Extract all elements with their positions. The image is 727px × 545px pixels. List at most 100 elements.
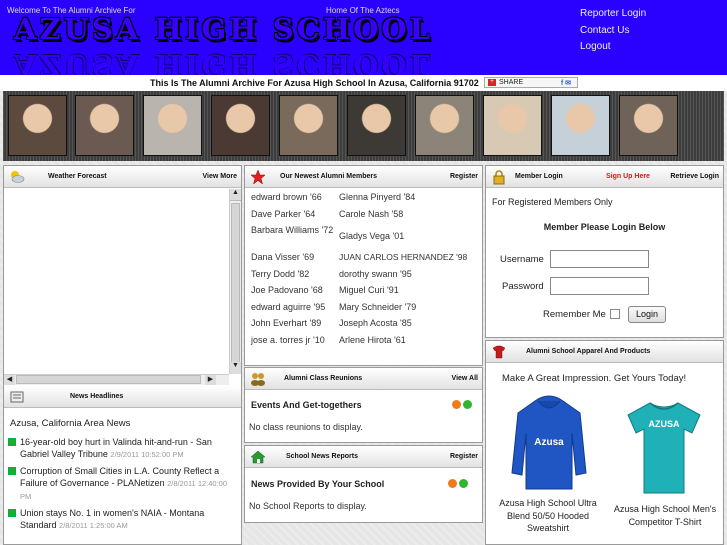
tshirt-icon: [627, 402, 701, 494]
contact-us-link[interactable]: Contact Us: [580, 23, 646, 40]
add-icon[interactable]: [459, 479, 468, 488]
reporter-login-link[interactable]: Reporter Login: [580, 6, 646, 23]
hoodie-image[interactable]: Azusa: [510, 393, 588, 493]
member-name[interactable]: Miguel Curi '91: [339, 285, 479, 302]
member-name[interactable]: John Everhart '89: [251, 318, 339, 335]
share-plus-icon: +: [488, 79, 496, 86]
star-icon: [250, 169, 266, 185]
member-name[interactable]: Dana Visser '69: [251, 252, 339, 269]
alumni-photo[interactable]: [211, 95, 270, 156]
news-date: 2/8/2011 1:25:00 AM: [59, 521, 128, 530]
member-name[interactable]: JUAN CARLOS HERNANDEZ '98: [339, 252, 479, 269]
member-name[interactable]: Terry Dodd '82: [251, 269, 339, 286]
alumni-header: Our Newest Alumni Members Register: [245, 166, 482, 188]
alumni-photo[interactable]: [8, 95, 67, 156]
weather-header: Weather Forecast View More: [4, 166, 241, 188]
login-prompt: Member Please Login Below: [543, 222, 666, 232]
member-name[interactable]: Mary Schneider '79: [339, 302, 479, 319]
scroll-down-arrow-icon[interactable]: ▼: [230, 362, 241, 374]
alumni-photo[interactable]: [415, 95, 474, 156]
member-name[interactable]: Barbara Williams '72: [251, 225, 339, 252]
news-item[interactable]: Corruption of Small Cities in L.A. Count…: [7, 465, 235, 503]
add-icon[interactable]: [463, 400, 472, 409]
alumni-photo[interactable]: [619, 95, 678, 156]
member-name[interactable]: dorothy swann '95: [339, 269, 479, 286]
member-name[interactable]: Joe Padovano '68: [251, 285, 339, 302]
alumni-photo[interactable]: [279, 95, 338, 156]
apparel-title: Alumni School Apparel And Products: [526, 348, 651, 355]
scroll-thumb[interactable]: [231, 203, 240, 363]
member-list: edward brown '66 Glenna Pinyerd '84 Dave…: [245, 188, 482, 351]
alumni-register-link[interactable]: Register: [450, 173, 478, 180]
subtitle-bar: This Is The Alumni Archive For Azusa Hig…: [0, 75, 727, 91]
school-news-panel: School News Reports Register News Provid…: [244, 445, 483, 523]
hoodie-print: Azusa: [534, 437, 564, 448]
news-item[interactable]: 16-year-old boy hurt in Valinda hit-and-…: [7, 436, 235, 461]
reunions-actions: [452, 400, 474, 410]
member-name[interactable]: jose a. torres jr '10: [251, 335, 339, 352]
member-name[interactable]: edward aguirre '95: [251, 302, 339, 319]
top-links: Reporter Login Contact Us Logout: [580, 6, 646, 56]
member-name[interactable]: edward brown '66: [251, 192, 339, 209]
rss-icon[interactable]: [448, 479, 457, 488]
alumni-members-panel: Our Newest Alumni Members Register edwar…: [244, 165, 483, 366]
weather-vertical-scrollbar[interactable]: ▲ ▼: [229, 189, 241, 374]
hscroll-thumb[interactable]: [16, 375, 201, 384]
weather-view-more-link[interactable]: View More: [203, 173, 238, 180]
school-logo[interactable]: AZUSA HIGH SCHOOL: [14, 12, 433, 46]
scroll-up-arrow-icon[interactable]: ▲: [230, 189, 241, 201]
school-news-header: School News Reports Register: [245, 446, 482, 468]
weather-horizontal-scrollbar[interactable]: ◀ ▶: [4, 374, 229, 385]
login-button[interactable]: Login: [628, 306, 666, 323]
site-header: Welcome To The Alumni Archive For Home O…: [0, 0, 727, 75]
alumni-photo[interactable]: [75, 95, 134, 156]
member-name[interactable]: Glenna Pinyerd '84: [339, 192, 479, 209]
alumni-photo[interactable]: [143, 95, 202, 156]
weather-cloud-icon: [11, 171, 25, 183]
member-name[interactable]: Joseph Acosta '85: [339, 318, 479, 335]
share-button[interactable]: + SHARE f ✉: [484, 77, 578, 88]
login-note: For Registered Members Only: [492, 197, 613, 207]
news-header: News Headlines: [4, 386, 241, 408]
member-name[interactable]: Gladys Vega '01: [339, 225, 479, 252]
member-name[interactable]: Dave Parker '64: [251, 209, 339, 226]
newspaper-icon: [10, 391, 24, 403]
news-area-title: Azusa, California Area News: [10, 418, 131, 429]
username-input[interactable]: [550, 250, 649, 268]
alumni-photo[interactable]: [483, 95, 542, 156]
people-icon: [251, 373, 265, 386]
signup-link[interactable]: Sign Up Here: [606, 173, 650, 180]
page-subtitle: This Is The Alumni Archive For Azusa Hig…: [150, 78, 479, 88]
apparel-panel: Alumni School Apparel And Products Make …: [485, 340, 724, 545]
logout-link[interactable]: Logout: [580, 39, 646, 56]
reunions-panel: Alumni Class Reunions View All Events An…: [244, 367, 483, 443]
rss-icon[interactable]: [452, 400, 461, 409]
member-login-panel: Member Login Sign Up Here Retrieve Login…: [485, 165, 724, 338]
tshirt-print: AZUSA: [648, 419, 680, 429]
retrieve-login-link[interactable]: Retrieve Login: [670, 173, 719, 180]
scroll-right-arrow-icon[interactable]: ▶: [205, 375, 216, 385]
reunions-view-all-link[interactable]: View All: [452, 375, 478, 382]
login-header: Member Login Sign Up Here Retrieve Login: [486, 166, 723, 188]
alumni-photo[interactable]: [347, 95, 406, 156]
tshirt-image[interactable]: AZUSA: [626, 399, 702, 495]
lock-icon: [493, 170, 505, 185]
school-news-register-link[interactable]: Register: [450, 453, 478, 460]
alumni-photo[interactable]: [551, 95, 610, 156]
member-name[interactable]: Carole Nash '58: [339, 209, 479, 226]
password-input[interactable]: [550, 277, 649, 295]
reunions-title: Alumni Class Reunions: [284, 375, 363, 382]
alumni-title: Our Newest Alumni Members: [280, 173, 377, 180]
remember-me-label: Remember Me: [543, 309, 606, 320]
member-name[interactable]: Arlene Hirota '61: [339, 335, 479, 352]
scroll-left-arrow-icon[interactable]: ◀: [4, 375, 15, 385]
weather-frame[interactable]: ▲ ▼ ◀ ▶: [4, 189, 241, 385]
remember-me-checkbox[interactable]: [610, 309, 620, 319]
tshirt-product-name[interactable]: Azusa High School Men's Competitor T-Shi…: [610, 503, 720, 528]
social-icons: f ✉: [560, 80, 571, 87]
password-label: Password: [502, 281, 544, 292]
alumni-photo-strip: [3, 91, 724, 161]
news-item[interactable]: Union stays No. 1 in women's NAIA - Mont…: [7, 507, 235, 532]
news-bullet-icon: [8, 509, 16, 517]
hoodie-product-name[interactable]: Azusa High School Ultra Blend 50/50 Hood…: [498, 497, 598, 535]
